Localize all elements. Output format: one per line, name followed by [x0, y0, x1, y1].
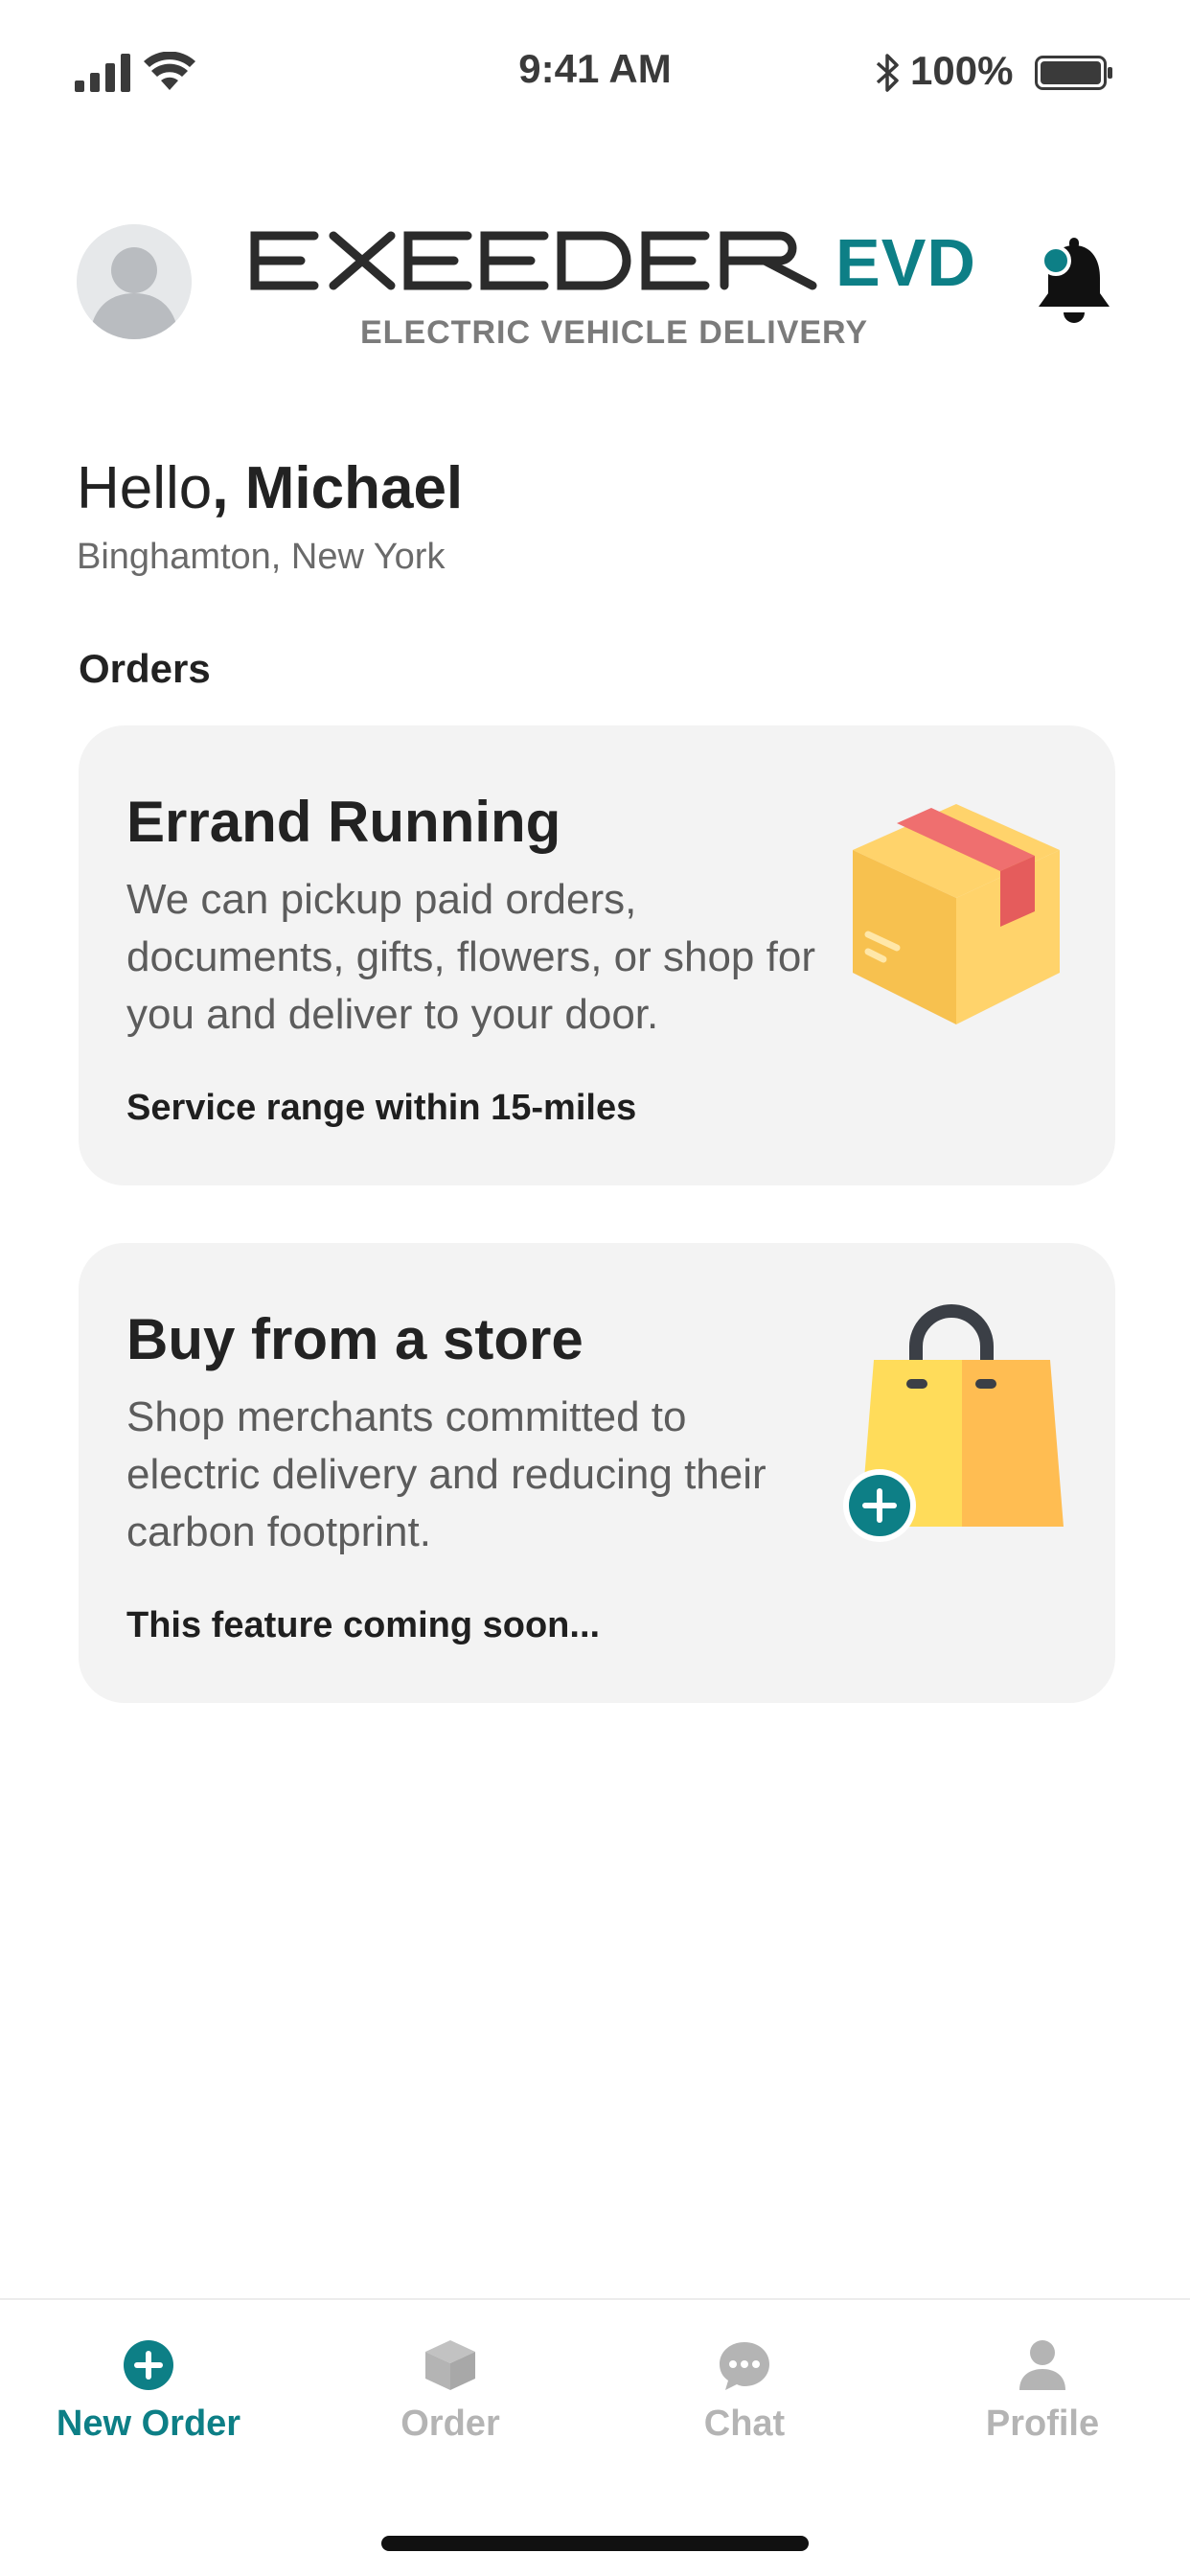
errand-running-card[interactable]: Errand Running We can pickup paid orders…: [79, 725, 1115, 1185]
app-logo: EVD ELECTRIC VEHICLE DELIVERY: [247, 225, 975, 360]
shopping-bag-icon: [843, 1304, 1064, 1542]
tab-order[interactable]: Order: [335, 2338, 565, 2463]
tab-profile[interactable]: Profile: [927, 2338, 1157, 2463]
greeting-name: , Michael: [212, 455, 464, 521]
card-note: This feature coming soon...: [126, 1605, 601, 1645]
user-location: Binghamton, New York: [77, 537, 446, 577]
tab-label: Chat: [703, 2404, 786, 2444]
logo-evd: EVD: [835, 225, 976, 300]
logo-wordmark: [250, 231, 817, 290]
tab-label: Profile: [985, 2404, 1100, 2444]
card-note: Service range within 15-miles: [126, 1088, 637, 1128]
card-title: Buy from a store: [126, 1307, 584, 1371]
person-icon: [1019, 2340, 1065, 2390]
tab-label: Order: [400, 2404, 500, 2444]
battery-percent: 100%: [910, 48, 1014, 93]
buy-from-store-card[interactable]: Buy from a store Shop merchants committe…: [79, 1243, 1115, 1703]
card-description: We can pickup paid orders, documents, gi…: [126, 876, 815, 1038]
status-bar: 9:41 AM 100%: [0, 0, 1190, 144]
card-description: Shop merchants committed to electric del…: [126, 1393, 767, 1555]
battery-icon: [1035, 56, 1112, 90]
tab-new-order[interactable]: New Order: [34, 2338, 263, 2463]
orders-section-title: Orders: [79, 646, 211, 691]
tab-chat[interactable]: Chat: [629, 2338, 859, 2463]
bell-icon[interactable]: [1035, 238, 1113, 326]
bottom-tab-bar: New Order Order Chat Profile: [0, 2298, 1190, 2576]
bluetooth-icon: [876, 54, 899, 92]
home-indicator: [381, 2536, 809, 2551]
plus-circle-icon: [124, 2340, 173, 2390]
user-avatar-icon[interactable]: [77, 224, 192, 339]
box-icon: [425, 2340, 475, 2390]
tab-label: New Order: [56, 2404, 241, 2444]
logo-subtitle: ELECTRIC VEHICLE DELIVERY: [360, 314, 869, 351]
chat-bubble-icon: [720, 2342, 769, 2390]
greeting-hello: Hello: [77, 455, 213, 521]
package-box-icon: [853, 804, 1060, 1024]
greeting: Hello, Michael: [77, 454, 463, 522]
card-title: Errand Running: [126, 790, 561, 854]
